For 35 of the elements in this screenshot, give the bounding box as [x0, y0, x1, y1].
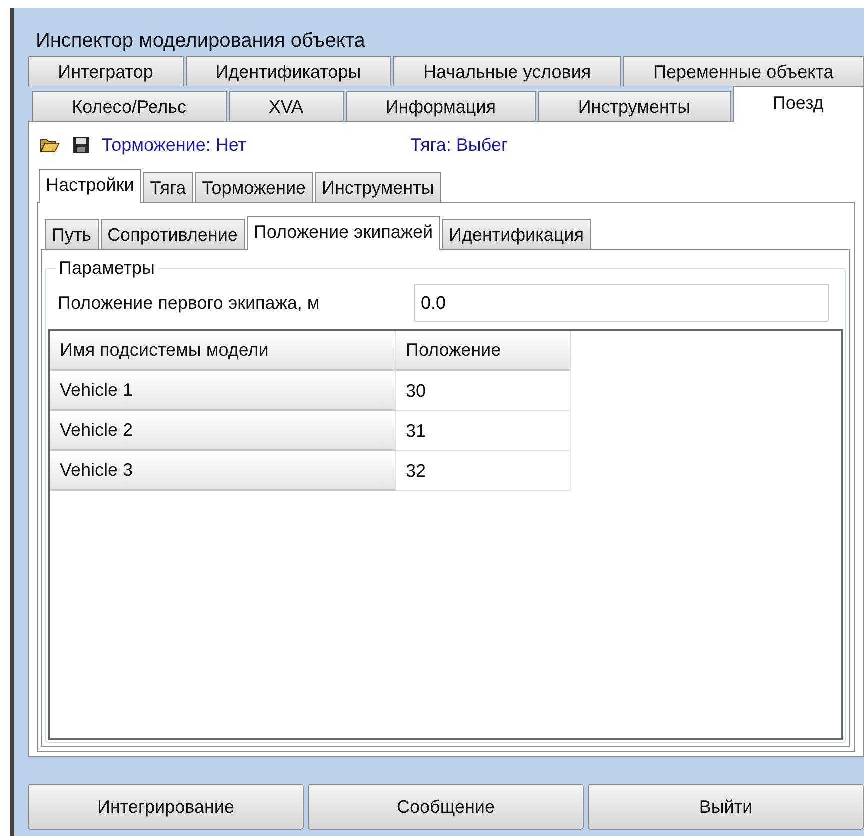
tab[interactable]: Торможение — [195, 172, 314, 202]
tab[interactable]: Тяга — [143, 172, 194, 202]
window-title: Инспектор моделирования объекта — [35, 29, 366, 54]
status-text: Тяга: Выбег — [410, 134, 508, 156]
tab[interactable]: Путь — [45, 219, 99, 249]
tab[interactable]: Сопротивление — [100, 219, 245, 249]
tab[interactable]: Переменные объекта — [623, 56, 864, 86]
tab[interactable]: Идентификаторы — [186, 56, 392, 86]
tab[interactable]: Положение экипажей — [246, 216, 440, 250]
tab[interactable]: Информация — [346, 91, 536, 121]
save-icon[interactable] — [72, 136, 90, 154]
input-field[interactable]: 0.0 — [414, 284, 829, 322]
table-cell[interactable]: 30 — [396, 371, 571, 411]
row-header: Vehicle 3 — [50, 451, 396, 491]
button[interactable]: Интегрирование — [28, 784, 304, 830]
table-cell[interactable]: 31 — [396, 411, 571, 451]
column-header[interactable]: Положение — [396, 331, 571, 371]
tab[interactable]: Колесо/Рельс — [32, 91, 227, 121]
tab[interactable]: XVA — [228, 91, 344, 121]
row-header: Vehicle 1 — [50, 371, 396, 411]
field-label: Положение первого экипажа, м — [58, 292, 321, 314]
table-cell[interactable]: 32 — [396, 451, 571, 491]
tab[interactable]: Инструменты — [315, 172, 442, 202]
tab[interactable]: Интегратор — [28, 56, 184, 86]
tab[interactable]: Инструменты — [538, 91, 731, 121]
button[interactable]: Сообщение — [308, 784, 584, 830]
tab[interactable]: Поезд — [732, 86, 864, 122]
status-text: Торможение: Нет — [102, 134, 247, 156]
tab[interactable]: Начальные условия — [393, 56, 622, 86]
column-header[interactable]: Имя подсистемы модели — [50, 331, 396, 371]
tab[interactable]: Настройки — [39, 169, 142, 203]
button[interactable]: Выйти — [588, 784, 864, 830]
tab[interactable]: Идентификация — [442, 219, 591, 249]
row-header: Vehicle 2 — [50, 411, 396, 451]
folder-icon[interactable] — [40, 137, 60, 153]
